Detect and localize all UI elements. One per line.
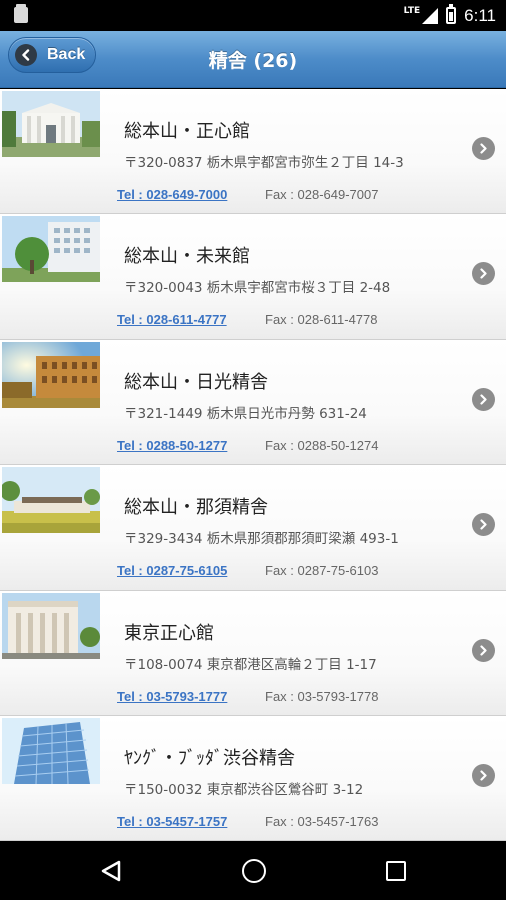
building-photo bbox=[2, 341, 100, 408]
status-bar: LTE 6:11 bbox=[0, 0, 506, 31]
item-address: 〒329-3434 栃木県那須郡那須町梁瀬 493-1 bbox=[124, 531, 399, 548]
item-address: 〒108-0074 東京都港区高輪２丁目 1-17 bbox=[124, 656, 377, 673]
item-address: 〒321-1449 栃木県日光市丹勢 631-24 bbox=[124, 405, 367, 422]
building-photo bbox=[2, 717, 100, 784]
list-item[interactable]: 総本山・正心館 〒320-0837 栃木県宇都宮市弥生２丁目 14-3 Tel … bbox=[0, 89, 506, 215]
tel-link[interactable]: Tel : 0287-75-6105 bbox=[117, 563, 227, 578]
tel-link[interactable]: Tel : 03-5793-1777 bbox=[117, 689, 227, 704]
nav-recents-icon[interactable] bbox=[386, 861, 406, 881]
item-address: 〒320-0043 栃木県宇都宮市桜３丁目 2-48 bbox=[124, 280, 391, 297]
item-name: 総本山・日光精舎 bbox=[124, 371, 268, 393]
building-photo bbox=[2, 216, 100, 283]
building-photo bbox=[2, 467, 100, 534]
item-name: 総本山・正心館 bbox=[124, 121, 250, 142]
building-photo bbox=[2, 91, 100, 157]
fax-text: Fax : 03-5793-1778 bbox=[265, 688, 379, 704]
fax-text: Fax : 03-5457-1763 bbox=[265, 813, 379, 829]
tel-link[interactable]: Tel : 028-611-4777 bbox=[117, 312, 227, 327]
list-item[interactable]: 総本山・那須精舎 〒329-3434 栃木県那須郡那須町梁瀬 493-1 Tel… bbox=[0, 465, 506, 591]
chevron-right-icon[interactable] bbox=[472, 513, 495, 537]
fax-text: Fax : 028-649-7007 bbox=[265, 187, 379, 202]
building-photo bbox=[2, 592, 100, 659]
tel-link[interactable]: Tel : 028-649-7000 bbox=[117, 187, 227, 202]
chevron-right-icon[interactable] bbox=[472, 638, 495, 662]
header-bar: Back 精舎 (26) bbox=[0, 31, 506, 88]
network-type: LTE bbox=[403, 5, 421, 16]
nav-home-icon[interactable] bbox=[242, 859, 266, 883]
item-address: 〒150-0032 東京都渋谷区鶯谷町 3-12 bbox=[124, 781, 364, 798]
item-name: ﾔﾝｸﾞ・ﾌﾞｯﾀﾞ渋谷精舎 bbox=[124, 747, 295, 769]
system-nav-bar bbox=[0, 841, 506, 900]
item-address: 〒320-0837 栃木県宇都宮市弥生２丁目 14-3 bbox=[124, 155, 404, 171]
tel-link[interactable]: Tel : 03-5457-1757 bbox=[117, 814, 227, 829]
chevron-right-icon[interactable] bbox=[472, 387, 495, 411]
tel-link[interactable]: Tel : 0288-50-1277 bbox=[117, 438, 227, 453]
clock: 6:11 bbox=[464, 5, 496, 25]
fax-text: Fax : 0287-75-6103 bbox=[265, 563, 379, 579]
list-item[interactable]: ﾔﾝｸﾞ・ﾌﾞｯﾀﾞ渋谷精舎 〒150-0032 東京都渋谷区鶯谷町 3-12 … bbox=[0, 715, 506, 841]
sim-notification-icon bbox=[14, 4, 28, 23]
list-item[interactable]: 東京正心館 〒108-0074 東京都港区高輪２丁目 1-17 Tel : 03… bbox=[0, 590, 506, 716]
page-title: 精舎 (26) bbox=[208, 50, 298, 72]
chevron-right-icon[interactable] bbox=[472, 763, 495, 787]
temple-list: 総本山・正心館 〒320-0837 栃木県宇都宮市弥生２丁目 14-3 Tel … bbox=[0, 89, 506, 841]
battery-icon bbox=[446, 4, 457, 24]
chevron-right-icon[interactable] bbox=[472, 262, 495, 286]
chevron-right-icon[interactable] bbox=[472, 137, 495, 160]
item-name: 総本山・那須精舎 bbox=[124, 497, 268, 519]
list-item[interactable]: 総本山・日光精舎 〒321-1449 栃木県日光市丹勢 631-24 Tel :… bbox=[0, 339, 506, 466]
item-name: 東京正心館 bbox=[124, 622, 214, 644]
fax-text: Fax : 0288-50-1274 bbox=[265, 437, 379, 453]
item-name: 総本山・未来館 bbox=[124, 246, 250, 268]
signal-icon bbox=[422, 7, 439, 24]
fax-text: Fax : 028-611-4778 bbox=[265, 312, 378, 328]
list-item[interactable]: 総本山・未来館 〒320-0043 栃木県宇都宮市桜３丁目 2-48 Tel :… bbox=[0, 214, 506, 340]
nav-back-icon[interactable] bbox=[100, 860, 122, 882]
